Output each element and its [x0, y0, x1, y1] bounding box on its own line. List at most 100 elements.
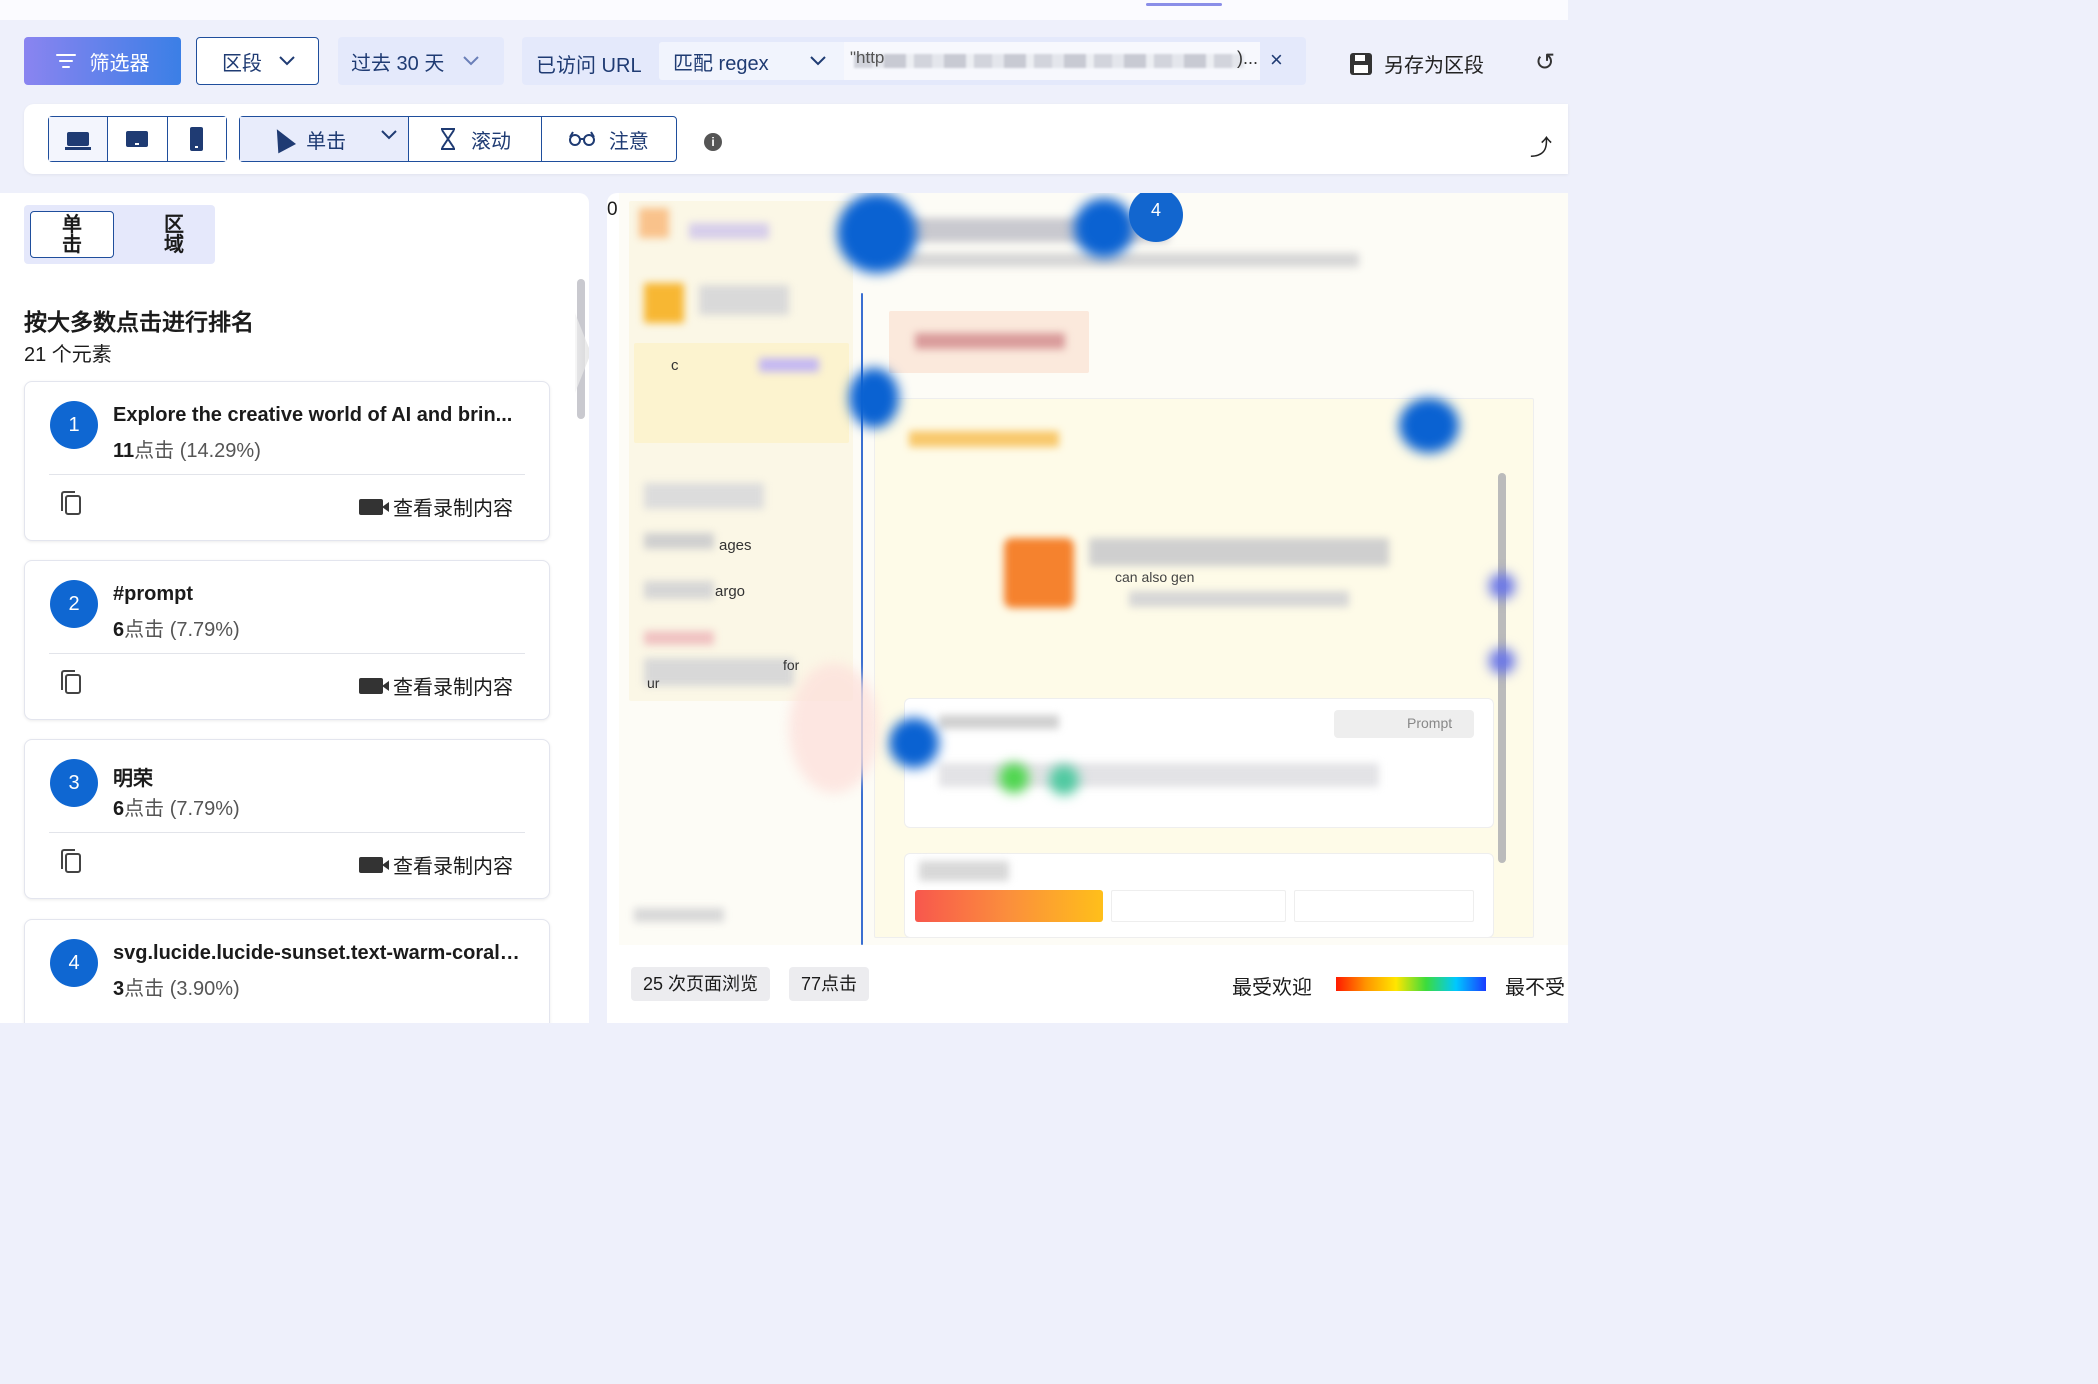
click-percent: (7.79%)	[169, 619, 240, 641]
save-icon	[1350, 52, 1372, 75]
divider	[49, 653, 525, 654]
legend-least-popular: 最不受	[1505, 977, 1565, 999]
tablet-icon	[126, 131, 149, 147]
click-area-toggle: 单击 区域	[24, 205, 215, 264]
preview-text-block	[644, 581, 714, 599]
view-recording-button[interactable]: 查看录制内容	[359, 492, 513, 521]
ranking-item[interactable]: 2 #prompt 6点击 (7.79%) 查看录制内容	[24, 560, 550, 720]
rank-badge: 1	[50, 401, 98, 449]
video-camera-icon	[359, 677, 389, 694]
cursor-arrow-icon	[268, 124, 297, 154]
heat-spot	[1049, 765, 1079, 795]
click-count: 11	[113, 440, 135, 462]
heat-spot	[999, 763, 1029, 793]
click-unit: 点击	[124, 978, 165, 1000]
filter-button[interactable]: 筛选器	[24, 37, 181, 85]
click-stat: 3点击 (3.90%)	[113, 972, 240, 1001]
mode-attention-button[interactable]: 注意	[542, 117, 676, 161]
url-match-dropdown[interactable]: 匹配 regex	[659, 42, 846, 80]
preview-text-block	[1089, 538, 1389, 566]
time-range-dropdown[interactable]: 过去 30 天	[338, 37, 504, 85]
view-recording-label: 查看录制内容	[393, 856, 513, 878]
preview-sidebar	[629, 201, 853, 701]
top-strip	[0, 0, 1568, 20]
toggle-click[interactable]: 单击	[30, 211, 114, 258]
chevron-down-icon[interactable]	[380, 129, 398, 141]
heat-spot	[849, 368, 899, 428]
click-unit: 点击	[124, 619, 165, 641]
save-segment-button[interactable]: 另存为区段	[1350, 49, 1484, 78]
view-recording-button[interactable]: 查看录制内容	[359, 850, 513, 879]
heat-spot	[837, 193, 917, 273]
mode-attention-label: 注意	[608, 130, 649, 153]
element-name: svg.lucide.lucide-sunset.text-warm-coral…	[113, 942, 523, 964]
heat-spot	[1489, 573, 1515, 599]
redacted-url	[854, 54, 1244, 68]
time-range-label: 过去 30 天	[351, 52, 445, 75]
legend-most-popular: 最受欢迎	[1232, 977, 1312, 999]
preview-text-block	[759, 358, 819, 372]
device-phone-button[interactable]	[167, 117, 226, 161]
click-cluster-badge[interactable]: 4	[1129, 193, 1183, 242]
url-value-input[interactable]: "http )...	[844, 42, 1260, 80]
preview-text-block	[939, 715, 1059, 729]
heatmap-toolbar: 单击 滚动 注意 i ⤴	[24, 104, 1568, 174]
heat-spot	[1489, 648, 1515, 674]
ranking-title: 按大多数点击进行排名	[24, 309, 254, 335]
preview-text-block	[909, 431, 1059, 447]
segment-dropdown[interactable]: 区段	[196, 37, 319, 85]
page-preview[interactable]: c ages argo for ur can also gen Prompt 4	[619, 193, 1568, 945]
preview-text: ur	[647, 675, 660, 691]
rank-badge: 4	[50, 939, 98, 987]
preview-text-block	[644, 483, 764, 509]
click-stat: 6点击 (7.79%)	[113, 792, 240, 821]
view-recording-button[interactable]: 查看录制内容	[359, 671, 513, 700]
device-switcher	[48, 116, 227, 162]
url-filter-label: 已访问 URL	[536, 55, 642, 77]
video-camera-icon	[359, 498, 389, 515]
click-unit: 点击	[134, 440, 175, 462]
phone-icon	[190, 127, 204, 151]
active-tab-indicator	[1146, 3, 1222, 6]
ranking-item[interactable]: 3 明荣 6点击 (7.79%) 查看录制内容	[24, 739, 550, 899]
chevron-down-icon	[809, 56, 826, 66]
heat-spot	[789, 663, 879, 793]
click-percent: (7.79%)	[169, 798, 240, 820]
preview-text: Prompt	[1407, 715, 1453, 731]
preview-logo	[639, 208, 669, 238]
heat-spot	[1399, 398, 1459, 453]
mode-scroll-button[interactable]: 滚动	[409, 117, 542, 161]
preview-option	[1111, 890, 1286, 922]
heatmap-panel: 0 c ages argo for ur can also gen Prompt…	[607, 193, 1568, 1023]
element-name: Explore the creative world of AI and bri…	[113, 404, 513, 426]
page-views-pill: 25 次页面浏览	[631, 967, 771, 1001]
share-icon[interactable]: ⤴	[1530, 130, 1552, 162]
chevron-down-icon	[463, 56, 480, 66]
copy-icon[interactable]	[61, 670, 81, 694]
preview-gradient-button	[915, 890, 1103, 922]
mode-click-button[interactable]: 单击	[240, 117, 410, 161]
heatmap-footer: 25 次页面浏览 77点击 最受欢迎 最不受	[607, 945, 1568, 1023]
clear-icon[interactable]: ×	[1270, 47, 1283, 73]
toggle-area[interactable]: 区域	[144, 211, 204, 258]
click-count: 3	[113, 978, 125, 1000]
preview-option	[1294, 890, 1474, 922]
reset-icon[interactable]: ↺	[1535, 48, 1555, 77]
device-desktop-button[interactable]	[49, 117, 109, 161]
device-tablet-button[interactable]	[108, 117, 168, 161]
ranking-panel: 单击 区域 按大多数点击进行排名 21 个元素 1 Explore the cr…	[0, 193, 589, 1023]
ranking-item[interactable]: 1 Explore the creative world of AI and b…	[24, 381, 550, 541]
filter-icon	[55, 53, 76, 69]
click-stat: 6点击 (7.79%)	[113, 613, 240, 642]
copy-icon[interactable]	[61, 849, 81, 873]
copy-icon[interactable]	[61, 491, 81, 515]
url-value-prefix: "http	[850, 48, 885, 67]
info-icon[interactable]: i	[704, 133, 722, 151]
chevron-down-icon	[279, 56, 295, 66]
preview-icon-block	[644, 283, 684, 323]
preview-text-block	[919, 861, 1009, 881]
preview-text-block	[915, 333, 1065, 349]
desktop-icon	[65, 132, 92, 150]
ranking-item[interactable]: 4 svg.lucide.lucide-sunset.text-warm-cor…	[24, 919, 550, 1023]
save-segment-label: 另存为区段	[1384, 55, 1484, 77]
